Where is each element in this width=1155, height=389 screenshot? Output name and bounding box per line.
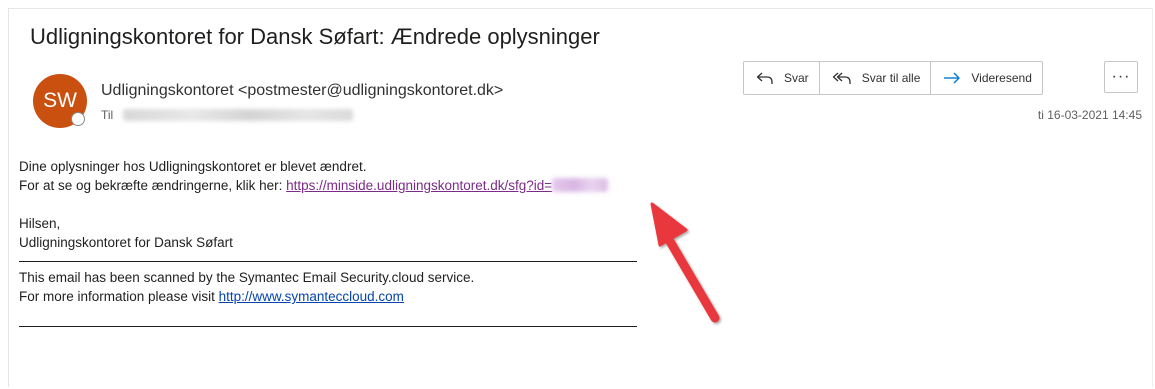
phishing-link[interactable]: https://minside.udligningskontoret.dk/sf… [286, 178, 552, 193]
reply-all-label: Svar til alle [861, 71, 921, 85]
email-body: Dine oplysninger hos Udligningskontoret … [19, 157, 637, 327]
email-subject: Udligningskontoret for Dansk Søfart: Ænd… [30, 24, 600, 49]
annotation-arrow-icon [650, 202, 720, 323]
received-date: ti 16-03-2021 14:45 [1037, 108, 1142, 122]
presence-status-icon [71, 112, 85, 126]
sender-name[interactable]: Udligningskontoret <postmester@udligning… [101, 82, 503, 100]
forward-button[interactable]: Videresend [931, 62, 1042, 94]
body-line-2-text: For at se og bekræfte ændringerne, klik … [19, 178, 287, 193]
reply-all-button[interactable]: Svar til alle [820, 62, 932, 94]
reply-label: Svar [784, 71, 809, 85]
greeting: Hilsen, [19, 216, 61, 231]
body-line-2: For at se og bekræfte ændringerne, klik … [19, 176, 637, 195]
scan-notice-line-2: For more information please visit http:/… [19, 287, 637, 306]
divider-top [19, 261, 637, 262]
reply-icon [756, 72, 773, 84]
divider-bottom [19, 326, 637, 327]
symantec-link[interactable]: http://www.symanteccloud.com [219, 289, 404, 304]
reply-all-icon [832, 72, 851, 84]
more-icon: ··· [1111, 68, 1131, 85]
forward-label: Videresend [971, 71, 1032, 85]
redacted-recipient [123, 109, 354, 121]
forward-icon [944, 72, 961, 84]
reply-button[interactable]: Svar [744, 62, 820, 94]
message-actions-toolbar: Svar Svar til alle Videresend [743, 61, 1043, 95]
more-actions-button[interactable]: ··· [1104, 61, 1138, 93]
avatar-initials: SW [43, 89, 77, 112]
signature: Udligningskontoret for Dansk Søfart [19, 235, 233, 250]
to-label: Til [101, 108, 114, 122]
redacted-link-id [552, 178, 609, 192]
scan-notice-text: For more information please visit [19, 289, 219, 304]
body-line-1: Dine oplysninger hos Udligningskontoret … [19, 159, 367, 174]
recipient-line: Til [101, 108, 354, 122]
scan-notice-line-1: This email has been scanned by the Syman… [19, 270, 475, 285]
